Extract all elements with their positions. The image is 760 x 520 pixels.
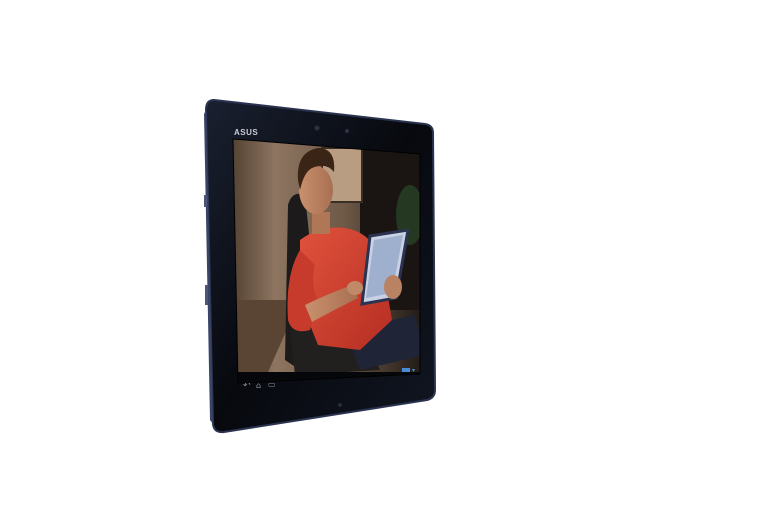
home-sensor xyxy=(338,403,342,407)
power-button xyxy=(204,195,207,207)
volume-button xyxy=(205,285,208,305)
product-photo: ASUS ↶ ⌂ ▭ ▾ xyxy=(0,0,760,520)
brand-logo: ASUS xyxy=(234,128,258,137)
status-indicator-icon xyxy=(402,368,410,372)
tablet-screen xyxy=(233,139,420,383)
wifi-icon: ▾ xyxy=(412,367,415,374)
tablet-device: ASUS ↶ ⌂ ▭ ▾ xyxy=(204,98,437,434)
light-sensor xyxy=(345,129,349,133)
front-camera xyxy=(314,125,320,131)
